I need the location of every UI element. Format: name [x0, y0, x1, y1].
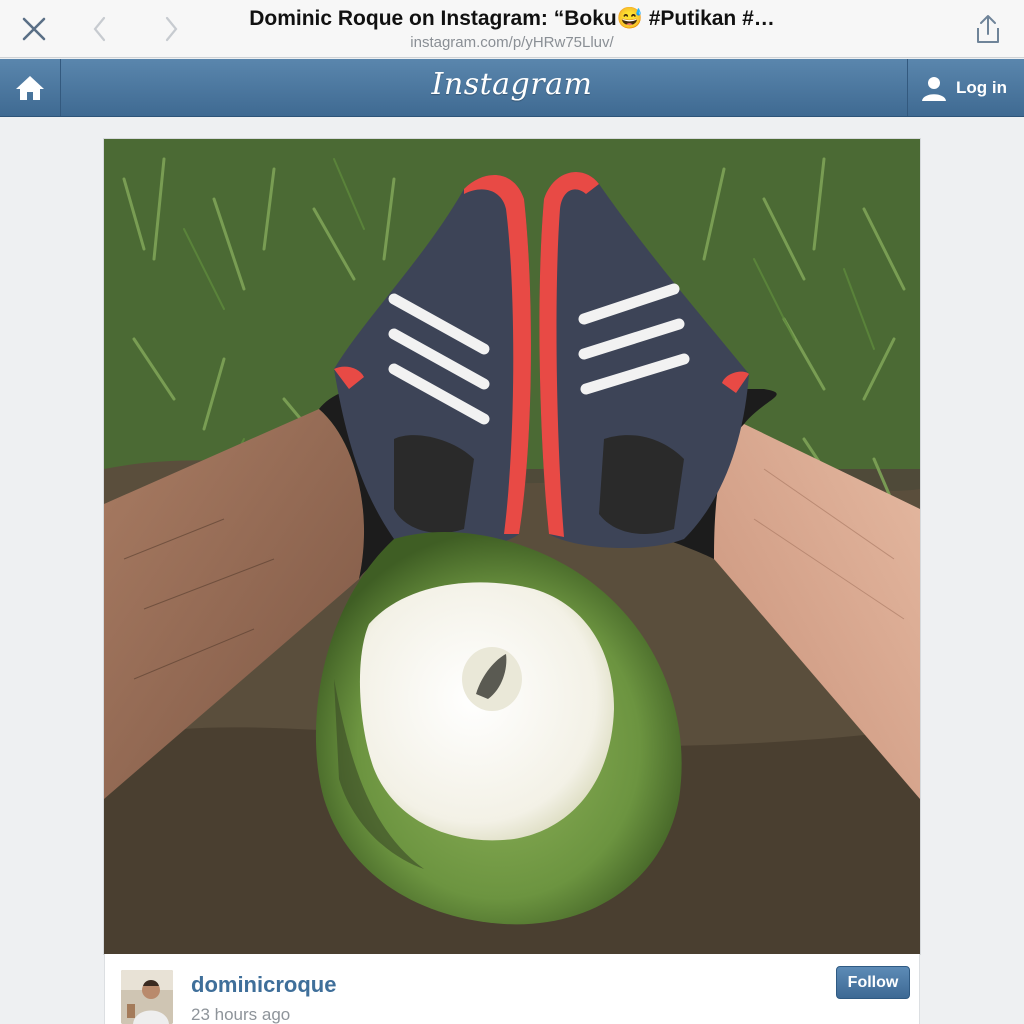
close-icon — [22, 17, 46, 41]
forward-button[interactable] — [151, 10, 191, 48]
home-icon — [16, 75, 44, 100]
page-url[interactable]: instagram.com/p/yHRw75Lluv/ — [200, 34, 824, 51]
post-footer: dominicroque 23 hours ago Follow — [104, 954, 920, 1024]
home-button[interactable] — [0, 59, 61, 116]
instagram-logo[interactable]: Instagram — [362, 67, 662, 102]
login-button[interactable]: Log in — [907, 59, 1024, 116]
close-button[interactable] — [14, 10, 54, 48]
username-link[interactable]: dominicroque — [191, 972, 336, 998]
follow-button[interactable]: Follow — [836, 966, 910, 999]
page-title: Dominic Roque on Instagram: “Boku😅 #Puti… — [249, 7, 775, 30]
instagram-header: Instagram Log in — [0, 59, 1024, 117]
post-timestamp: 23 hours ago — [191, 1005, 291, 1024]
browser-toolbar: Dominic Roque on Instagram: “Boku😅 #Puti… — [0, 0, 1024, 58]
avatar[interactable] — [121, 970, 173, 1024]
share-icon — [977, 15, 999, 43]
chevron-left-icon — [93, 16, 106, 42]
back-button[interactable] — [80, 10, 120, 48]
share-button[interactable] — [968, 10, 1008, 48]
photo-illustration — [104, 139, 920, 954]
chevron-right-icon — [165, 16, 178, 42]
login-label: Log in — [956, 77, 1007, 97]
user-icon — [920, 74, 948, 102]
post-photo[interactable] — [104, 139, 920, 954]
